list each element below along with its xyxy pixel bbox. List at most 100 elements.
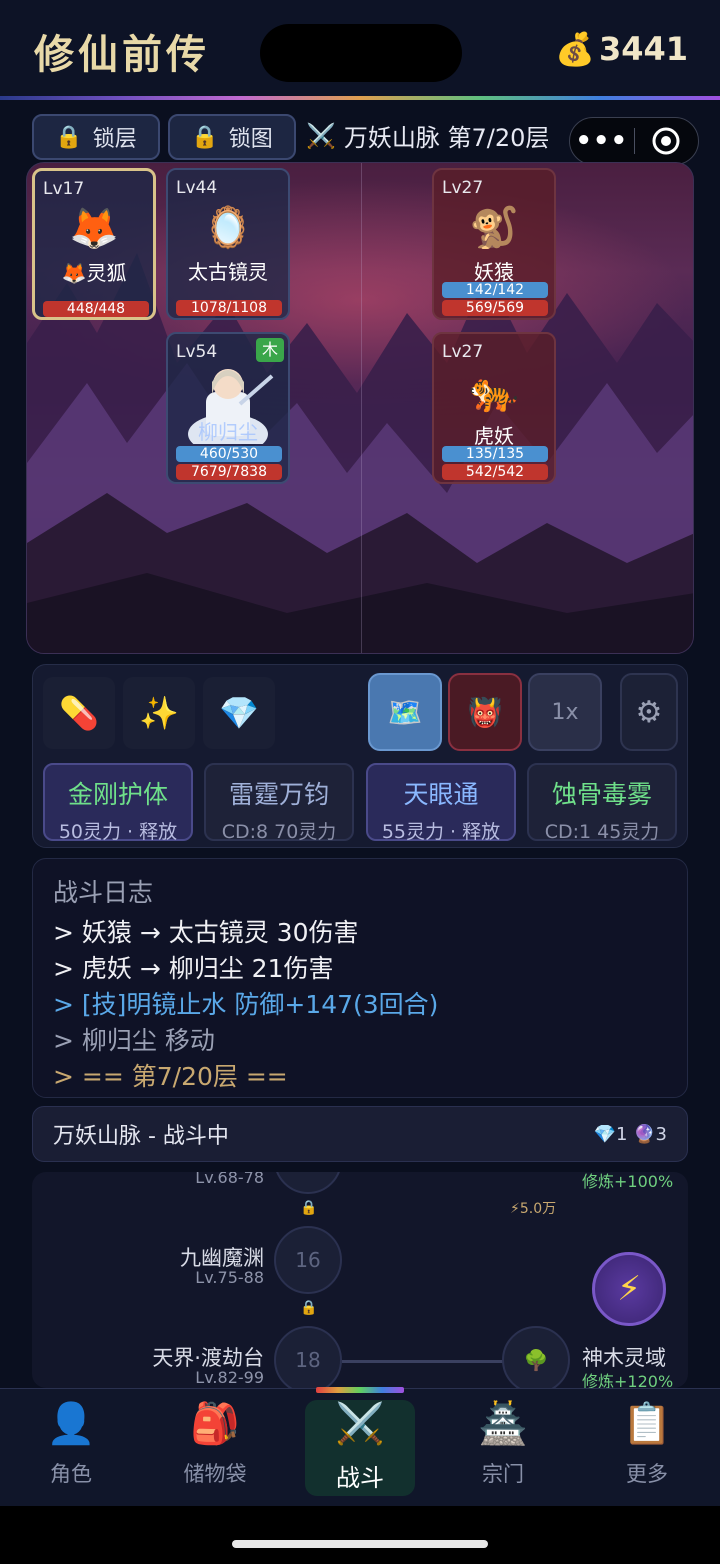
stage-text: 万妖山脉 第7/20层	[343, 124, 550, 152]
tab-label: 战斗	[336, 1464, 384, 1492]
map-toggle-button[interactable]: 🗺️	[368, 673, 442, 751]
camera-notch	[260, 24, 462, 82]
enemy-card-tiger[interactable]: Lv27 🐅 虎妖 135/135 542/542	[432, 332, 556, 484]
mp-bar: 135/135	[442, 446, 548, 462]
ally-card-liuguichen[interactable]: Lv54 木 柳归尘 460/530 7679/7838	[166, 332, 290, 484]
lock-map-label: 锁图	[228, 127, 273, 152]
home-indicator[interactable]	[232, 1540, 488, 1548]
skill-name: 雷霆万钧	[228, 780, 329, 809]
lock-icon: 🔒	[300, 1300, 318, 1316]
ally-card-mirror-spirit[interactable]: Lv44 🪞 太古镜灵 1078/1108	[166, 168, 290, 320]
tab-label: 角色	[50, 1462, 92, 1486]
diamond-count: 1	[615, 1123, 628, 1145]
crossed-swords-icon: ⚔️	[335, 1401, 385, 1447]
skill-cost: 50灵力 · 释放	[58, 821, 178, 843]
crystal-ball-icon: 🔮	[633, 1123, 656, 1145]
money-bag-icon: 💰	[555, 30, 595, 68]
map-icon: 🗺️	[387, 695, 423, 729]
castle-icon: 🏯	[478, 1401, 528, 1447]
sparkle-icon: ✨	[139, 694, 179, 732]
map-node-18[interactable]: 18	[274, 1326, 342, 1388]
unit-name: 柳归尘	[198, 420, 258, 444]
lightning-icon: ⚡	[617, 1269, 641, 1309]
gold-value: 3441	[598, 30, 688, 68]
demon-mode-button[interactable]: 👹	[448, 673, 522, 751]
auto-battle-button[interactable]: ⚡	[592, 1252, 666, 1326]
app-title: 修仙前传	[34, 32, 210, 78]
lock-icon: 🔒	[55, 124, 83, 150]
unit-name: 虎妖	[474, 424, 514, 448]
pill-item-button[interactable]: 💊	[43, 677, 115, 749]
log-line: > 虎妖 → 柳归尘 21伤害	[53, 954, 334, 983]
sparkle-item-button[interactable]: ✨	[123, 677, 195, 749]
lock-icon: 🔒	[300, 1200, 318, 1216]
enemy-card-ape[interactable]: Lv27 🐒 妖猿 142/142 569/569	[432, 168, 556, 320]
tab-label: 更多	[626, 1462, 668, 1486]
lock-layer-button[interactable]: 🔒 锁层	[32, 114, 160, 160]
settings-button[interactable]: ⚙	[620, 673, 678, 751]
monkey-icon: 🐒	[469, 205, 519, 251]
tab-inventory[interactable]: 🎒 储物袋	[160, 1400, 270, 1496]
gear-icon: ⚙	[635, 694, 663, 730]
mp-bar: 142/142	[442, 282, 548, 298]
skill-cost: 55灵力 · 释放	[381, 821, 501, 843]
tiger-icon: 🐅	[469, 369, 519, 415]
active-tab-indicator	[316, 1387, 404, 1393]
skill-name: 金刚护体	[67, 780, 168, 809]
log-line: > 柳归尘 移动	[53, 1026, 215, 1055]
map-route-list[interactable]: Lv.68-78 修炼+100% ⚡5.0万 🔒 九幽魔渊 Lv.75-88 1…	[32, 1172, 688, 1388]
target-icon	[652, 127, 680, 155]
battle-status-bar: 万妖山脉 - 战斗中 💎1 🔮3	[32, 1106, 688, 1162]
speed-button[interactable]: 1x	[528, 673, 602, 751]
log-line: > == 第7/20层 ==	[53, 1062, 288, 1091]
map-bonus: 修炼+120%	[582, 1372, 674, 1388]
person-icon: 👤	[46, 1401, 96, 1447]
skill-shigu-button[interactable]: 蚀骨毒雾 CD:1 45灵力	[527, 763, 677, 843]
backpack-icon: 🎒	[190, 1401, 240, 1447]
map-node-shenmu[interactable]: 🌳	[502, 1326, 570, 1388]
tab-character[interactable]: 👤 角色	[16, 1400, 126, 1496]
tab-more[interactable]: 📋 更多	[592, 1400, 702, 1496]
map-node[interactable]	[274, 1172, 342, 1194]
unit-name: 🦊灵狐	[61, 261, 127, 285]
fox-icon: 🦊	[69, 206, 119, 252]
battle-log-title: 战斗日志	[53, 878, 154, 907]
pill-icon: 💊	[59, 694, 99, 732]
lock-icon: 🔒	[191, 124, 219, 150]
map-bonus: 修炼+100%	[582, 1172, 674, 1191]
skill-tianyan-button[interactable]: 天眼通 55灵力 · 释放	[366, 763, 516, 843]
tab-label: 储物袋	[183, 1462, 247, 1486]
unit-name: 妖猿	[474, 260, 514, 284]
hp-bar: 569/569	[442, 300, 548, 316]
clipboard-icon: 📋	[622, 1401, 672, 1447]
tab-sect[interactable]: 🏯 宗门	[448, 1400, 558, 1496]
tab-battle[interactable]: ⚔️ 战斗	[305, 1400, 415, 1496]
more-button[interactable]: •••	[570, 126, 634, 156]
gem-item-button[interactable]: 💎	[203, 677, 275, 749]
hp-bar: 448/448	[43, 301, 149, 317]
battle-log[interactable]: 战斗日志 > 妖猿 → 太古镜灵 30伤害 > 虎妖 → 柳归尘 21伤害 > …	[32, 858, 688, 1098]
demon-icon: 👹	[467, 695, 503, 729]
route-connector	[342, 1360, 512, 1363]
gem-icon: 💎	[219, 694, 259, 732]
tab-label: 宗门	[482, 1462, 524, 1486]
skill-name: 蚀骨毒雾	[551, 780, 652, 809]
map-node-16[interactable]: 16	[274, 1226, 342, 1294]
gold-counter: 💰 3441	[555, 30, 688, 68]
skill-leiting-button[interactable]: 雷霆万钧 CD:8 70灵力	[204, 763, 354, 843]
skill-jingang-button[interactable]: 金刚护体 50灵力 · 释放	[43, 763, 193, 843]
map-level-range: Lv.68-78	[195, 1172, 264, 1187]
map-level-range: Lv.75-88	[195, 1268, 264, 1287]
hp-bar: 7679/7838	[176, 464, 282, 480]
unit-level: Lv17	[43, 179, 85, 199]
field-divider	[361, 163, 362, 653]
log-line: > [技]明镜止水 防御+147(3回合)	[53, 990, 439, 1019]
close-miniapp-button[interactable]	[635, 126, 699, 156]
stage-label: ⚔️ 万妖山脉 第7/20层	[306, 118, 549, 153]
ally-card-lingfox[interactable]: Lv17 🦊 🦊灵狐 448/448	[32, 168, 156, 320]
resource-counts: 💎1 🔮3	[594, 1124, 667, 1145]
map-level-range: Lv.82-99	[195, 1368, 264, 1387]
action-panel: 💊 ✨ 💎 🗺️ 👹 1x ⚙ 金刚护体 50灵力 · 释放 雷霆万钧 CD:8…	[32, 664, 688, 848]
header-divider	[0, 96, 720, 100]
lock-map-button[interactable]: 🔒 锁图	[168, 114, 296, 160]
